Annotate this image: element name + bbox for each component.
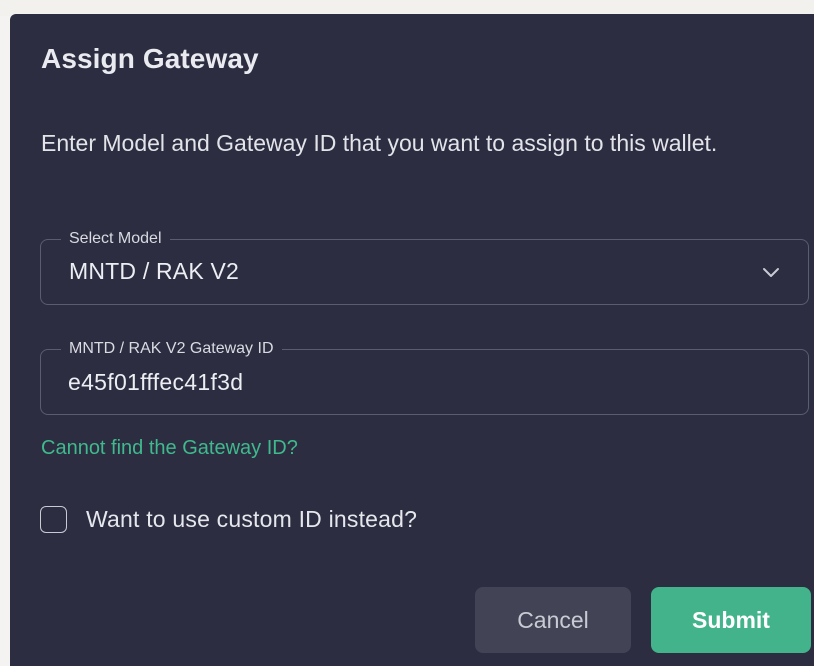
submit-button[interactable]: Submit bbox=[651, 587, 811, 653]
cannot-find-gateway-id-link[interactable]: Cannot find the Gateway ID? bbox=[41, 437, 298, 460]
model-select-label: Select Model bbox=[61, 229, 170, 249]
custom-id-option[interactable]: Want to use custom ID instead? bbox=[40, 502, 417, 536]
assign-gateway-dialog: Assign Gateway Enter Model and Gateway I… bbox=[10, 14, 814, 666]
cancel-button[interactable]: Cancel bbox=[475, 587, 631, 653]
gateway-id-field[interactable]: MNTD / RAK V2 Gateway ID bbox=[40, 339, 809, 415]
chevron-down-icon[interactable] bbox=[760, 261, 782, 283]
dialog-description: Enter Model and Gateway ID that you want… bbox=[41, 130, 718, 156]
model-select-value: MNTD / RAK V2 bbox=[69, 258, 240, 284]
custom-id-checkbox-label[interactable]: Want to use custom ID instead? bbox=[86, 506, 417, 533]
custom-id-checkbox[interactable] bbox=[40, 505, 67, 533]
gateway-id-label: MNTD / RAK V2 Gateway ID bbox=[61, 339, 282, 359]
model-select[interactable]: Select Model MNTD / RAK V2 bbox=[40, 229, 809, 305]
gateway-id-input[interactable] bbox=[68, 365, 768, 399]
dialog-title: Assign Gateway bbox=[41, 43, 259, 74]
